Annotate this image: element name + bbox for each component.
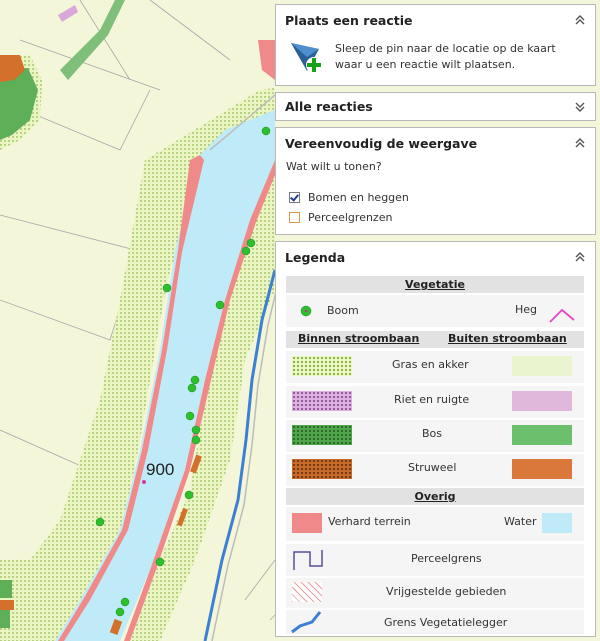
- panel-title: Plaats een reactie: [285, 12, 413, 28]
- swatch-riet-buiten: [512, 391, 572, 411]
- parcel-boundary-icon: [292, 546, 324, 575]
- legend-label-struweel: Struweel: [408, 461, 457, 474]
- all-comments-panel: Alle reacties: [275, 92, 596, 121]
- swatch-gras-buiten: [512, 356, 572, 376]
- legend-row-boom: Boom Heg: [286, 295, 584, 327]
- hedge-icon: [548, 308, 576, 327]
- chevron-up-icon[interactable]: [573, 13, 587, 27]
- legend-label-gras: Gras en akker: [392, 358, 469, 371]
- legend-row-struweel: Struweel: [286, 454, 584, 486]
- swatch-struweel-buiten: [512, 459, 572, 479]
- swatch-bos-binnen: [292, 425, 352, 445]
- legend-label-binnen: Binnen stroombaan: [298, 332, 420, 345]
- legend-row-riet: Riet en ruigte: [286, 386, 584, 418]
- simplify-view-panel: Vereenvoudig de weergave Wat wilt u tone…: [275, 127, 596, 235]
- legend-label-riet: Riet en ruigte: [394, 393, 470, 406]
- legend-subheader-row: Binnen stroombaan Buiten stroombaan: [286, 331, 584, 348]
- legend-label-bos: Bos: [422, 427, 443, 440]
- option-label: Perceelgrenzen: [308, 210, 393, 224]
- tree-icon: [300, 305, 312, 320]
- legend-row-grens: Grens Vegetatielegger: [286, 610, 584, 634]
- panel-title: Vereenvoudig de weergave: [285, 135, 478, 151]
- all-comments-header[interactable]: Alle reacties: [276, 93, 595, 120]
- simplify-view-header[interactable]: Vereenvoudig de weergave: [276, 128, 595, 158]
- chevron-up-icon[interactable]: [573, 136, 587, 150]
- legend-label-heg: Heg: [515, 303, 538, 316]
- legend-header[interactable]: Legenda: [276, 242, 595, 272]
- panel-title: Legenda: [285, 249, 346, 265]
- simplify-question: Wat wilt u tonen?: [286, 160, 382, 173]
- option-trees-hedges[interactable]: Bomen en heggen: [276, 187, 595, 207]
- scale-label: 900: [146, 460, 174, 479]
- legend-label-vrijgesteld: Vrijgestelde gebieden: [386, 585, 507, 598]
- legend-label-verhard: Verhard terrein: [328, 515, 411, 528]
- swatch-riet-binnen: [292, 391, 352, 411]
- option-parcel-boundaries[interactable]: Perceelgrenzen: [276, 207, 595, 227]
- legend-label-water: Water: [504, 515, 537, 528]
- place-comment-panel: Plaats een reactie Sleep de pin naar de …: [275, 4, 596, 86]
- legend-label-perceelgrens: Perceelgrens: [411, 552, 482, 565]
- chevron-up-icon[interactable]: [573, 250, 587, 264]
- swatch-vrijgesteld: [292, 582, 322, 602]
- chevron-down-icon[interactable]: [573, 100, 587, 114]
- option-label: Bomen en heggen: [308, 190, 409, 204]
- swatch-gras-binnen: [292, 356, 352, 376]
- checkbox-trees-hedges[interactable]: [289, 191, 300, 203]
- swatch-struweel-binnen: [292, 459, 352, 479]
- legend-row-verhard-water: Verhard terrein Water: [286, 507, 584, 541]
- swatch-bos-buiten: [512, 425, 572, 445]
- legend-label-grens: Grens Vegetatielegger: [384, 616, 508, 629]
- legend-row-vrijgesteld: Vrijgestelde gebieden: [286, 578, 584, 608]
- legend-section-overig: Overig: [286, 488, 584, 505]
- legend-row-gras: Gras en akker: [286, 351, 584, 383]
- place-comment-text-1: Sleep de pin naar de locatie op de kaart: [335, 42, 556, 55]
- vegetation-boundary-icon: [290, 610, 324, 637]
- panel-title: Alle reacties: [285, 99, 373, 114]
- place-comment-header[interactable]: Plaats een reactie: [276, 5, 595, 35]
- legend-panel: Legenda Vegetatie Boom Heg Binnen stroom…: [275, 241, 596, 637]
- legend-label-buiten: Buiten stroombaan: [448, 332, 567, 345]
- swatch-verhard: [292, 513, 322, 533]
- legend-label-boom: Boom: [327, 304, 359, 317]
- place-comment-text-2: waar u een reactie wilt plaatsen.: [335, 58, 516, 71]
- checkbox-parcel-boundaries[interactable]: [289, 211, 300, 223]
- legend-body: Vegetatie Boom Heg Binnen stroombaan Bui…: [286, 276, 584, 634]
- swatch-water: [542, 513, 572, 533]
- legend-row-bos: Bos: [286, 420, 584, 452]
- scale-marker: [142, 480, 146, 484]
- legend-row-perceelgrens: Perceelgrens: [286, 544, 584, 576]
- legend-section-vegetatie: Vegetatie: [286, 276, 584, 293]
- pin-add-icon[interactable]: [289, 39, 325, 79]
